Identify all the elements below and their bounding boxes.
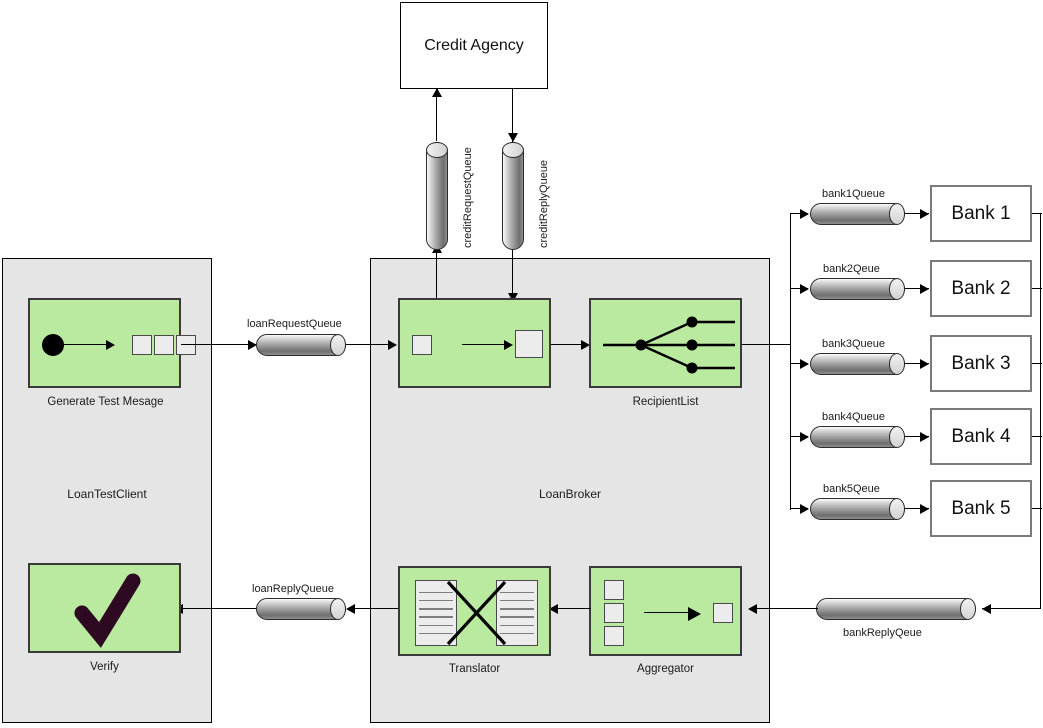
credit-agency-label: Credit Agency xyxy=(424,36,524,54)
bank-3-label: Bank 3 xyxy=(951,352,1011,374)
component-translator[interactable] xyxy=(398,566,551,656)
component-enricher[interactable] xyxy=(398,298,551,388)
arrow-trunk-to-bank2-queue xyxy=(800,284,809,294)
queue-label-bank3: bank3Queue xyxy=(822,338,885,350)
panel-label-loan-broker: LoanBroker xyxy=(538,487,602,501)
queue-cap xyxy=(889,278,905,300)
arrow-trunk-to-bank3-queue xyxy=(800,359,809,369)
caption-translator: Translator xyxy=(448,663,501,675)
link-loan-request-queue-to-enricher xyxy=(346,344,394,346)
arrow-bank3-queue-to-bank3 xyxy=(920,359,929,369)
caption-verify: Verify xyxy=(90,661,119,673)
enricher-input-square xyxy=(412,335,432,355)
component-generate-test-message[interactable] xyxy=(28,298,196,388)
arrow-bank1-queue-to-bank1 xyxy=(920,209,929,219)
credit-request-arrow-upper xyxy=(432,88,442,97)
bank-4-label: Bank 4 xyxy=(951,425,1011,447)
enricher-arrow-line xyxy=(462,344,506,346)
bank-3-box[interactable]: Bank 3 xyxy=(930,335,1032,392)
generator-arrow-line xyxy=(60,344,108,346)
queue-label-bank4: bank4Queue xyxy=(822,411,885,423)
bank-5-label: Bank 5 xyxy=(951,497,1011,519)
link-recipient-list-to-trunk xyxy=(742,344,791,346)
bank-reply-trunk xyxy=(1040,213,1042,609)
queue-cap xyxy=(330,598,346,620)
credit-reply-arrow-upper xyxy=(508,133,518,142)
aggregator-output-square xyxy=(713,603,733,623)
link-bank-reply-queue-to-aggregator xyxy=(750,608,818,610)
aggregator-input-square-1 xyxy=(604,580,624,600)
component-aggregator[interactable] xyxy=(589,566,742,656)
bank-1-label: Bank 1 xyxy=(951,202,1011,224)
queue-bank-reply[interactable] xyxy=(816,598,976,620)
message-square-1 xyxy=(132,335,152,355)
generator-arrow-head xyxy=(106,340,115,350)
bank-1-box[interactable]: Bank 1 xyxy=(930,185,1032,242)
queue-label-bank1: bank1Queue xyxy=(822,188,885,200)
queue-cap xyxy=(960,598,976,620)
message-square-2 xyxy=(154,335,174,355)
queue-loan-reply[interactable] xyxy=(256,598,346,620)
enricher-output-square xyxy=(515,330,543,358)
credit-request-queue-cylinder[interactable] xyxy=(426,142,448,250)
arrow-loan-request-queue-to-enricher xyxy=(388,340,397,350)
enricher-arrow-head xyxy=(504,340,513,350)
queue-bank2[interactable] xyxy=(810,278,905,300)
queue-bank3[interactable] xyxy=(810,353,905,375)
queue-loan-request[interactable] xyxy=(256,334,346,356)
queue-bank4[interactable] xyxy=(810,426,905,448)
component-verify[interactable] xyxy=(28,563,181,653)
queue-cap xyxy=(889,353,905,375)
queue-cap xyxy=(889,203,905,225)
link-translator-to-loan-reply-queue xyxy=(348,608,398,610)
queue-label-bank5: bank5Qeue xyxy=(823,483,880,495)
queue-label-loan-request: loanRequestQueue xyxy=(247,318,342,330)
arrow-reply-trunk-to-bank-reply-queue xyxy=(982,604,991,614)
queue-label-credit-request: creditRequestQueue xyxy=(462,147,474,248)
arrow-bank5-queue-to-bank5 xyxy=(920,504,929,514)
queue-label-credit-reply: creditReplyQueue xyxy=(538,159,550,248)
arrow-trunk-to-bank5-queue xyxy=(800,504,809,514)
aggregator-input-square-2 xyxy=(604,603,624,623)
aggregator-arrow-head xyxy=(688,607,701,621)
bank-5-box[interactable]: Bank 5 xyxy=(930,480,1032,537)
bank-4-box[interactable]: Bank 4 xyxy=(930,408,1032,465)
queue-label-bank2: bank2Qeue xyxy=(823,263,880,275)
caption-generate-test-message: Generate Test Mesage xyxy=(47,396,164,408)
credit-reply-line-lower xyxy=(512,250,514,298)
bank-fanout-trunk xyxy=(790,213,792,510)
arrow-trunk-to-bank1-queue xyxy=(800,209,809,219)
bank-2-box[interactable]: Bank 2 xyxy=(930,260,1032,317)
aggregator-arrow-line xyxy=(644,612,691,614)
credit-reply-queue-cylinder[interactable] xyxy=(502,142,524,250)
link-generator-to-loan-request-queue xyxy=(181,344,256,346)
queue-cap xyxy=(426,142,448,158)
queue-label-loan-reply: loanReplyQueue xyxy=(252,583,334,595)
queue-label-bank-reply: bankReplyQeue xyxy=(843,627,922,639)
diagram-canvas: LoanTestClient LoanBroker Credit Agency … xyxy=(0,0,1043,728)
arrow-bank-reply-queue-to-aggregator xyxy=(748,604,757,614)
credit-agency-box[interactable]: Credit Agency xyxy=(400,2,548,89)
recipient-list-icon xyxy=(603,316,735,374)
component-recipient-list[interactable] xyxy=(589,298,742,388)
arrow-bank4-queue-to-bank4 xyxy=(920,432,929,442)
caption-recipient-list: RecipientList xyxy=(632,396,699,408)
queue-bank5[interactable] xyxy=(810,498,905,520)
link-loan-reply-queue-to-verify xyxy=(183,608,256,610)
aggregator-input-square-3 xyxy=(604,626,624,646)
arrow-translator-to-loan-reply-queue xyxy=(346,604,355,614)
translator-cross-icon xyxy=(446,580,507,646)
queue-cap xyxy=(889,426,905,448)
arrow-trunk-to-bank4-queue xyxy=(800,432,809,442)
panel-label-loan-test-client: LoanTestClient xyxy=(67,487,147,501)
credit-request-line-lower xyxy=(436,252,438,304)
bank-2-label: Bank 2 xyxy=(951,277,1011,299)
checkmark-icon xyxy=(74,573,141,648)
queue-cap xyxy=(330,334,346,356)
queue-cap xyxy=(889,498,905,520)
caption-aggregator: Aggregator xyxy=(637,663,694,675)
arrow-bank2-queue-to-bank2 xyxy=(920,284,929,294)
queue-cap xyxy=(502,142,524,158)
queue-bank1[interactable] xyxy=(810,203,905,225)
